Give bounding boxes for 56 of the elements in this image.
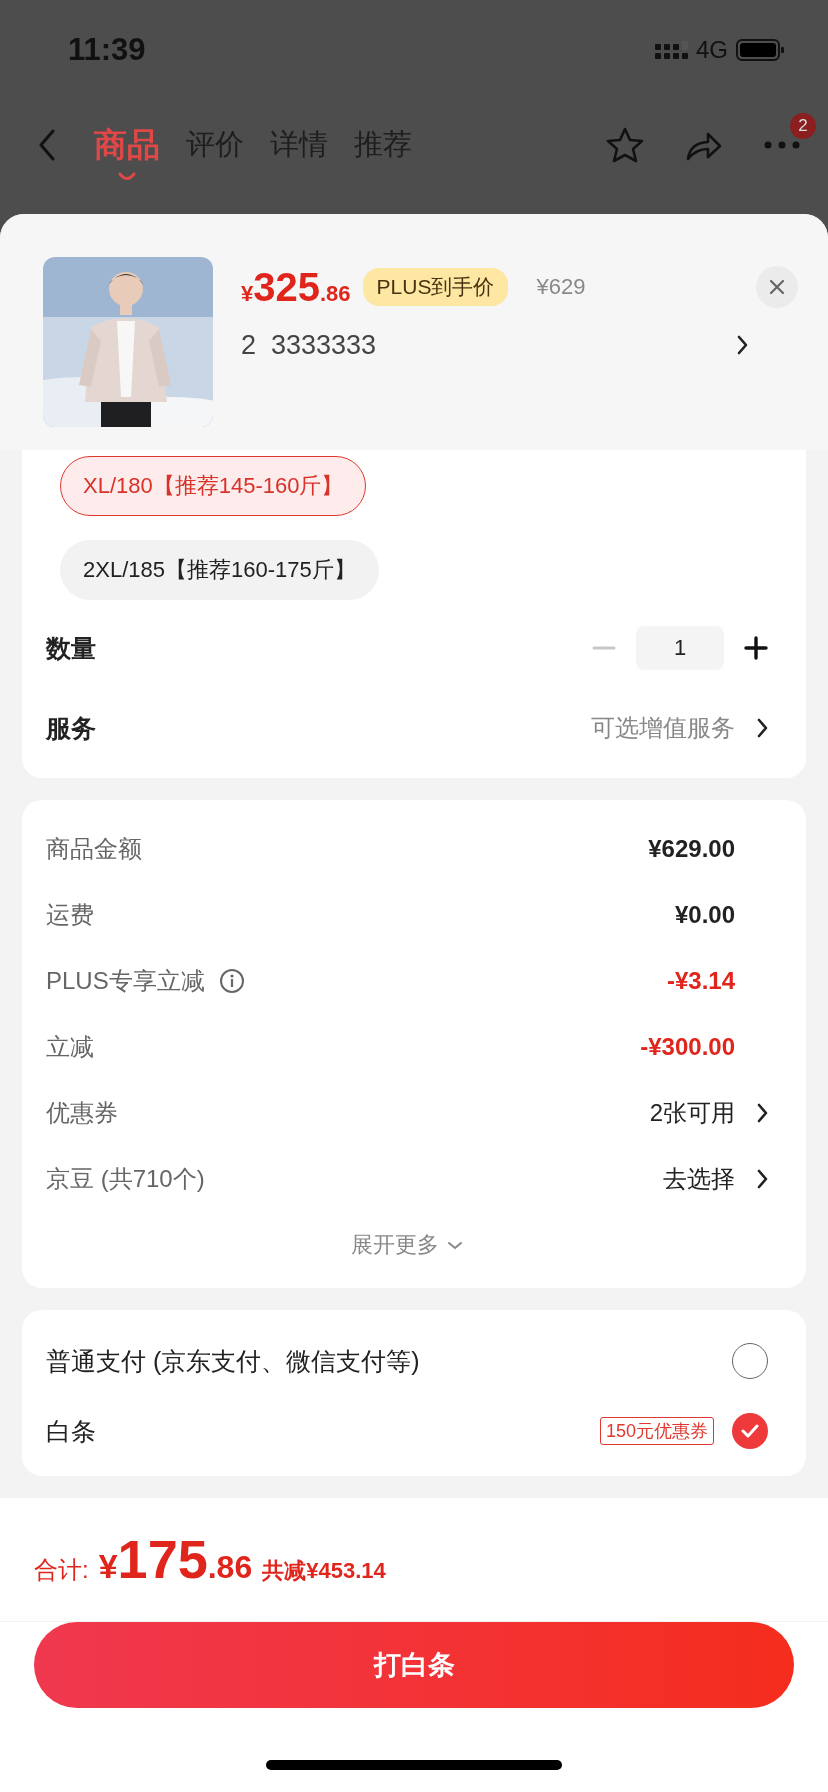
chevron-right-icon[interactable] xyxy=(757,1169,768,1189)
signal-icon xyxy=(655,41,688,59)
cost-label: 京豆 (共710个) xyxy=(46,1164,205,1194)
service-label: 服务 xyxy=(46,712,97,744)
star-icon[interactable] xyxy=(606,127,644,163)
cost-label: 立减 xyxy=(46,1032,94,1062)
chevron-down-icon[interactable] xyxy=(447,1240,463,1250)
notification-badge: 2 xyxy=(790,113,816,139)
cost-value: ¥629.00 xyxy=(648,835,735,863)
total-decimal: .86 xyxy=(207,1549,253,1586)
cost-label: 运费 xyxy=(46,900,94,930)
radio-button[interactable] xyxy=(732,1413,768,1449)
payment-option[interactable]: 白条 xyxy=(46,1414,600,1448)
plus-icon[interactable] xyxy=(744,636,768,660)
currency-symbol: ¥ xyxy=(241,280,254,307)
cost-value[interactable]: 去选择 xyxy=(663,1163,735,1195)
pay-button[interactable]: 打白条 xyxy=(34,1622,794,1708)
size-option[interactable]: XL/180【推荐145-160斤】 xyxy=(60,456,367,516)
chevron-right-icon[interactable] xyxy=(737,335,748,355)
price-tag: PLUS到手价 xyxy=(362,268,509,306)
size-option[interactable]: 2XL/185【推荐160-175斤】 xyxy=(60,540,379,600)
total-integer: 175 xyxy=(117,1528,208,1590)
chevron-right-icon[interactable] xyxy=(757,1103,768,1123)
cost-label: PLUS专享立减 xyxy=(46,966,205,996)
chevron-right-icon[interactable] xyxy=(757,718,768,738)
cost-value: -¥300.00 xyxy=(640,1033,735,1061)
total-label: 合计: xyxy=(34,1555,89,1585)
quantity-field[interactable]: 1 xyxy=(636,626,724,670)
total-saving: 共减¥453.14 xyxy=(262,1557,386,1585)
expand-more-link[interactable]: 展开更多 xyxy=(351,1230,439,1260)
cost-value[interactable]: 2张可用 xyxy=(649,1097,735,1129)
checkmark-icon xyxy=(741,1423,759,1439)
back-icon[interactable] xyxy=(38,129,56,161)
close-button[interactable] xyxy=(756,266,798,308)
network-label: 4G xyxy=(696,36,728,64)
quantity-label: 数量 xyxy=(46,632,97,664)
close-icon xyxy=(769,279,785,295)
selected-spec[interactable]: 2 3333333 xyxy=(241,329,715,361)
price-integer: 325 xyxy=(253,264,320,310)
battery-icon xyxy=(736,39,784,61)
cost-label: 优惠券 xyxy=(46,1098,118,1128)
radio-button[interactable] xyxy=(732,1343,768,1379)
payment-option[interactable]: 普通支付 (京东支付、微信支付等) xyxy=(46,1344,732,1378)
tab[interactable]: 商品 xyxy=(94,120,160,170)
cost-value: -¥3.14 xyxy=(666,967,735,995)
more-icon[interactable] xyxy=(764,141,800,149)
currency-symbol: ¥ xyxy=(98,1547,118,1586)
status-time: 11:39 xyxy=(68,32,146,68)
coupon-tag: 150元优惠券 xyxy=(599,1417,714,1445)
tab-indicator-icon xyxy=(118,172,136,182)
price-decimal: .86 xyxy=(320,280,351,307)
cost-value: ¥0.00 xyxy=(674,901,735,929)
service-value[interactable]: 可选增值服务 xyxy=(591,712,735,744)
original-price: ¥629 xyxy=(536,274,586,300)
cost-label: 商品金额 xyxy=(46,834,142,864)
info-icon[interactable] xyxy=(218,968,245,994)
